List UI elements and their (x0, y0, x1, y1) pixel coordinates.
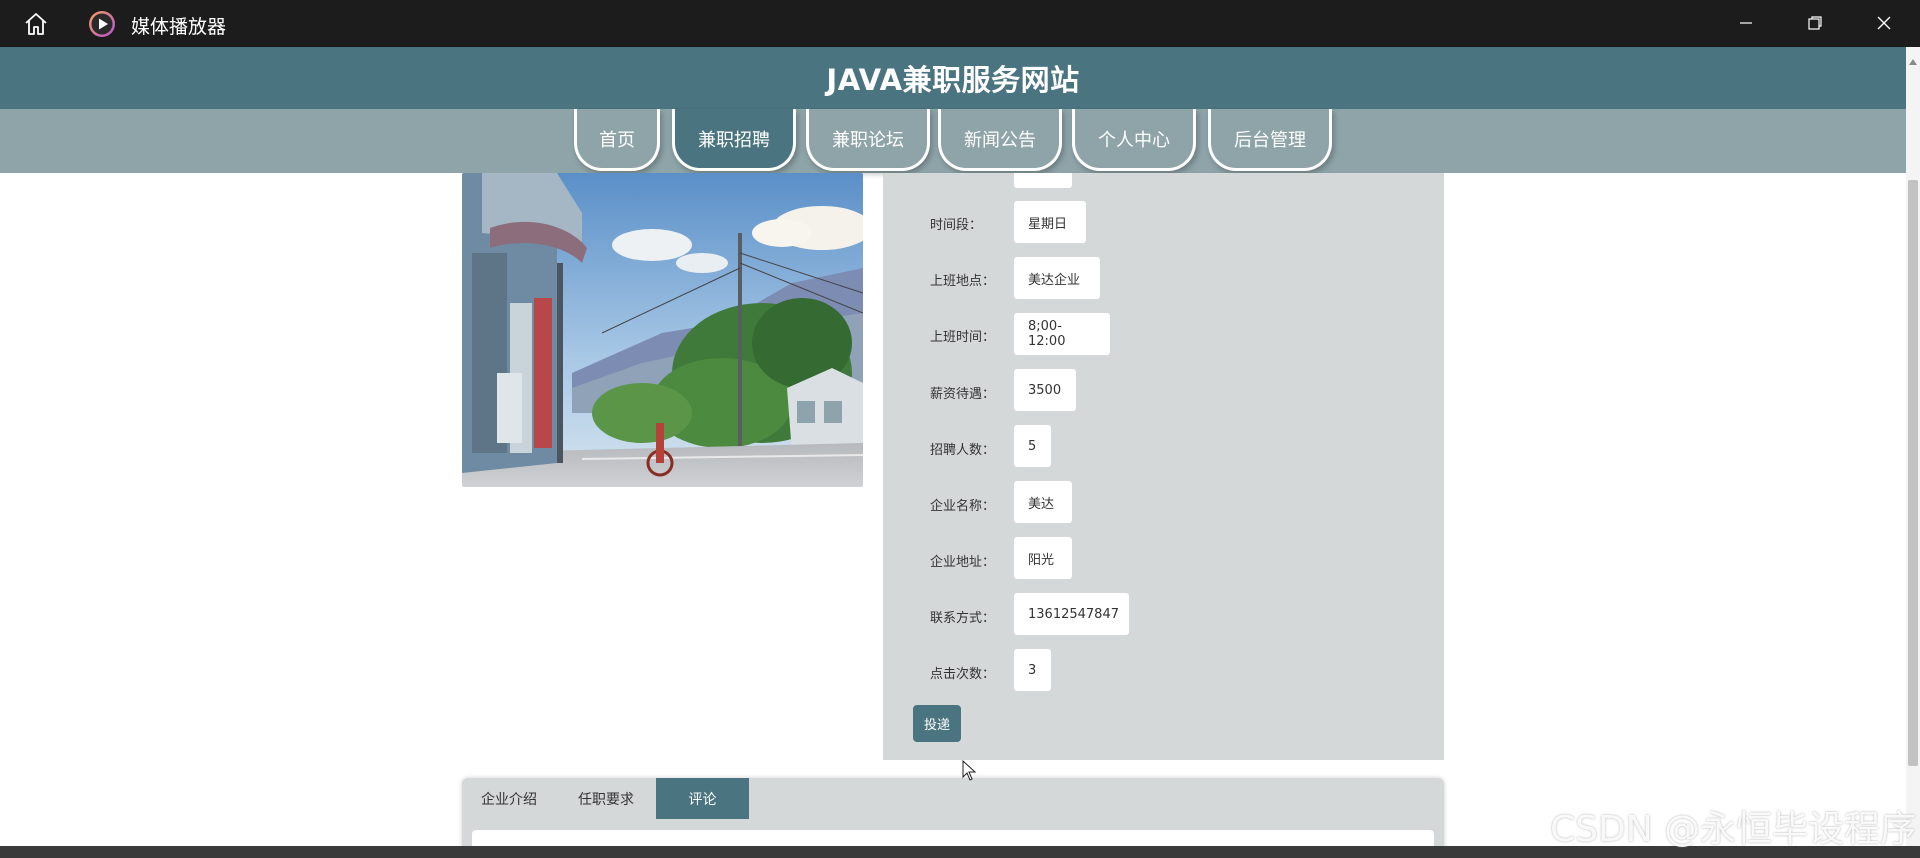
field-label-contact: 联系方式： (930, 611, 996, 626)
site-header: JAVA兼职服务网站 (0, 47, 1906, 109)
nav-item-profile[interactable]: 个人中心 (1072, 109, 1196, 171)
media-player-icon (87, 9, 117, 39)
watermark: CSDN @永恒毕设程序 (1550, 809, 1917, 850)
mouse-cursor-icon (962, 759, 978, 782)
tab-company-intro[interactable]: 企业介绍 (462, 778, 556, 819)
field-label-work-location: 上班地点： (930, 274, 996, 289)
field-value-work-hours: 8;00-12:00 (1014, 313, 1110, 355)
site-title: JAVA兼职服务网站 (826, 63, 1080, 97)
field-label-headcount: 招聘人数： (930, 443, 996, 458)
nav-item-admin[interactable]: 后台管理 (1208, 109, 1332, 171)
nav-item-home[interactable]: 首页 (574, 109, 660, 171)
field-value-headcount: 5 (1014, 425, 1051, 467)
field-value-salary: 3500 (1014, 369, 1076, 411)
nav-item-jobs[interactable]: 兼职招聘 (672, 109, 796, 171)
scrollbar-thumb[interactable] (1908, 180, 1918, 766)
field-label-salary: 薪资待遇： (930, 387, 996, 402)
field-value-contact: 13612547847 (1014, 593, 1129, 635)
minimize-icon[interactable] (1723, 7, 1769, 39)
field-label-click-count: 点击次数： (930, 667, 996, 682)
apply-button[interactable]: 投递 (913, 705, 961, 742)
tab-requirements[interactable]: 任职要求 (556, 778, 656, 819)
restore-icon[interactable] (1792, 7, 1838, 39)
nav-item-forum[interactable]: 兼职论坛 (806, 109, 930, 171)
window-titlebar: 媒体播放器 (0, 0, 1920, 47)
field-value-company-name: 美达 (1014, 481, 1072, 523)
home-icon[interactable] (20, 10, 52, 38)
tab-comments[interactable]: 评论 (656, 778, 749, 819)
field-value-partial (1014, 173, 1072, 188)
field-value-click-count: 3 (1014, 649, 1051, 691)
field-value-work-location: 美达企业 (1014, 257, 1100, 299)
field-label-company-address: 企业地址： (930, 555, 996, 570)
scroll-up-icon[interactable] (1909, 50, 1917, 65)
window-title: 媒体播放器 (131, 16, 227, 38)
nav-item-news[interactable]: 新闻公告 (938, 109, 1062, 171)
main-nav: 首页 兼职招聘 兼职论坛 新闻公告 个人中心 后台管理 (0, 109, 1906, 173)
field-value-time-period: 星期日 (1014, 201, 1086, 243)
field-value-company-address: 阳光 (1014, 537, 1072, 579)
field-label-time-period: 时间段： (930, 218, 983, 233)
job-photo (462, 173, 863, 487)
field-label-work-hours: 上班时间： (930, 330, 996, 345)
close-icon[interactable] (1861, 7, 1907, 39)
field-label-company-name: 企业名称： (930, 499, 996, 514)
